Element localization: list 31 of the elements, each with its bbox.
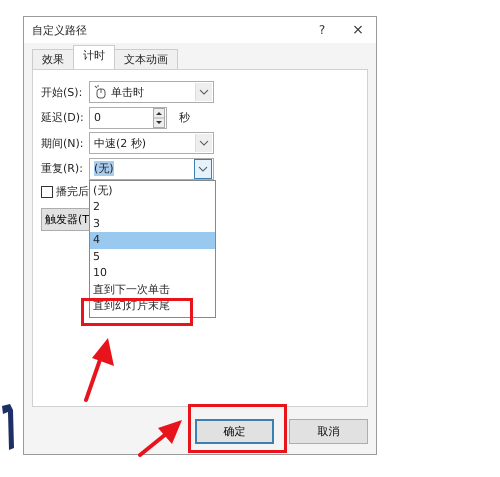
dialog-button[interactable]: 取消	[289, 419, 368, 444]
field-label: 延迟(D):	[41, 110, 85, 125]
dialog-button[interactable]: 确定	[195, 419, 274, 444]
arrow-drawing	[136, 418, 184, 458]
dropdown-option[interactable]: (无)	[90, 182, 215, 199]
brush-stroke-drawing	[0, 402, 16, 452]
close-button[interactable]: ×	[340, 22, 376, 38]
dropdown-field[interactable]: 单击时	[89, 81, 214, 103]
dropdown-value: (无)	[94, 161, 114, 176]
dropdown-option[interactable]: 5	[90, 248, 215, 265]
chevron-down-icon[interactable]	[194, 158, 212, 178]
field-label: 重复(R):	[41, 161, 84, 176]
delay-field[interactable]: 0	[89, 106, 167, 128]
unit-label: 秒	[179, 110, 190, 125]
field-label: 期间(N):	[41, 136, 85, 150]
help-button[interactable]: ?	[304, 23, 340, 37]
dropdown-value: 单击时	[111, 84, 145, 100]
window-title: 自定义路径	[32, 22, 88, 38]
dropdown-option[interactable]: 4	[90, 232, 215, 248]
dropdown-option[interactable]: 直到下一次单击	[90, 282, 215, 298]
tab[interactable]: 计时	[73, 45, 115, 69]
dropdown-field[interactable]: 中速(2 秒)	[89, 132, 214, 154]
checkbox[interactable]	[41, 186, 53, 198]
mouse-icon	[94, 85, 106, 99]
checkbox-label: 播完后	[56, 184, 89, 199]
dropdown-value: 中速(2 秒)	[94, 136, 148, 150]
tab[interactable]: 文本动画	[114, 49, 178, 69]
tab[interactable]: 效果	[32, 49, 74, 69]
spinner-icon[interactable]	[153, 108, 165, 128]
dropdown-option[interactable]: 10	[90, 265, 215, 282]
field-label: 开始(S):	[41, 84, 84, 100]
